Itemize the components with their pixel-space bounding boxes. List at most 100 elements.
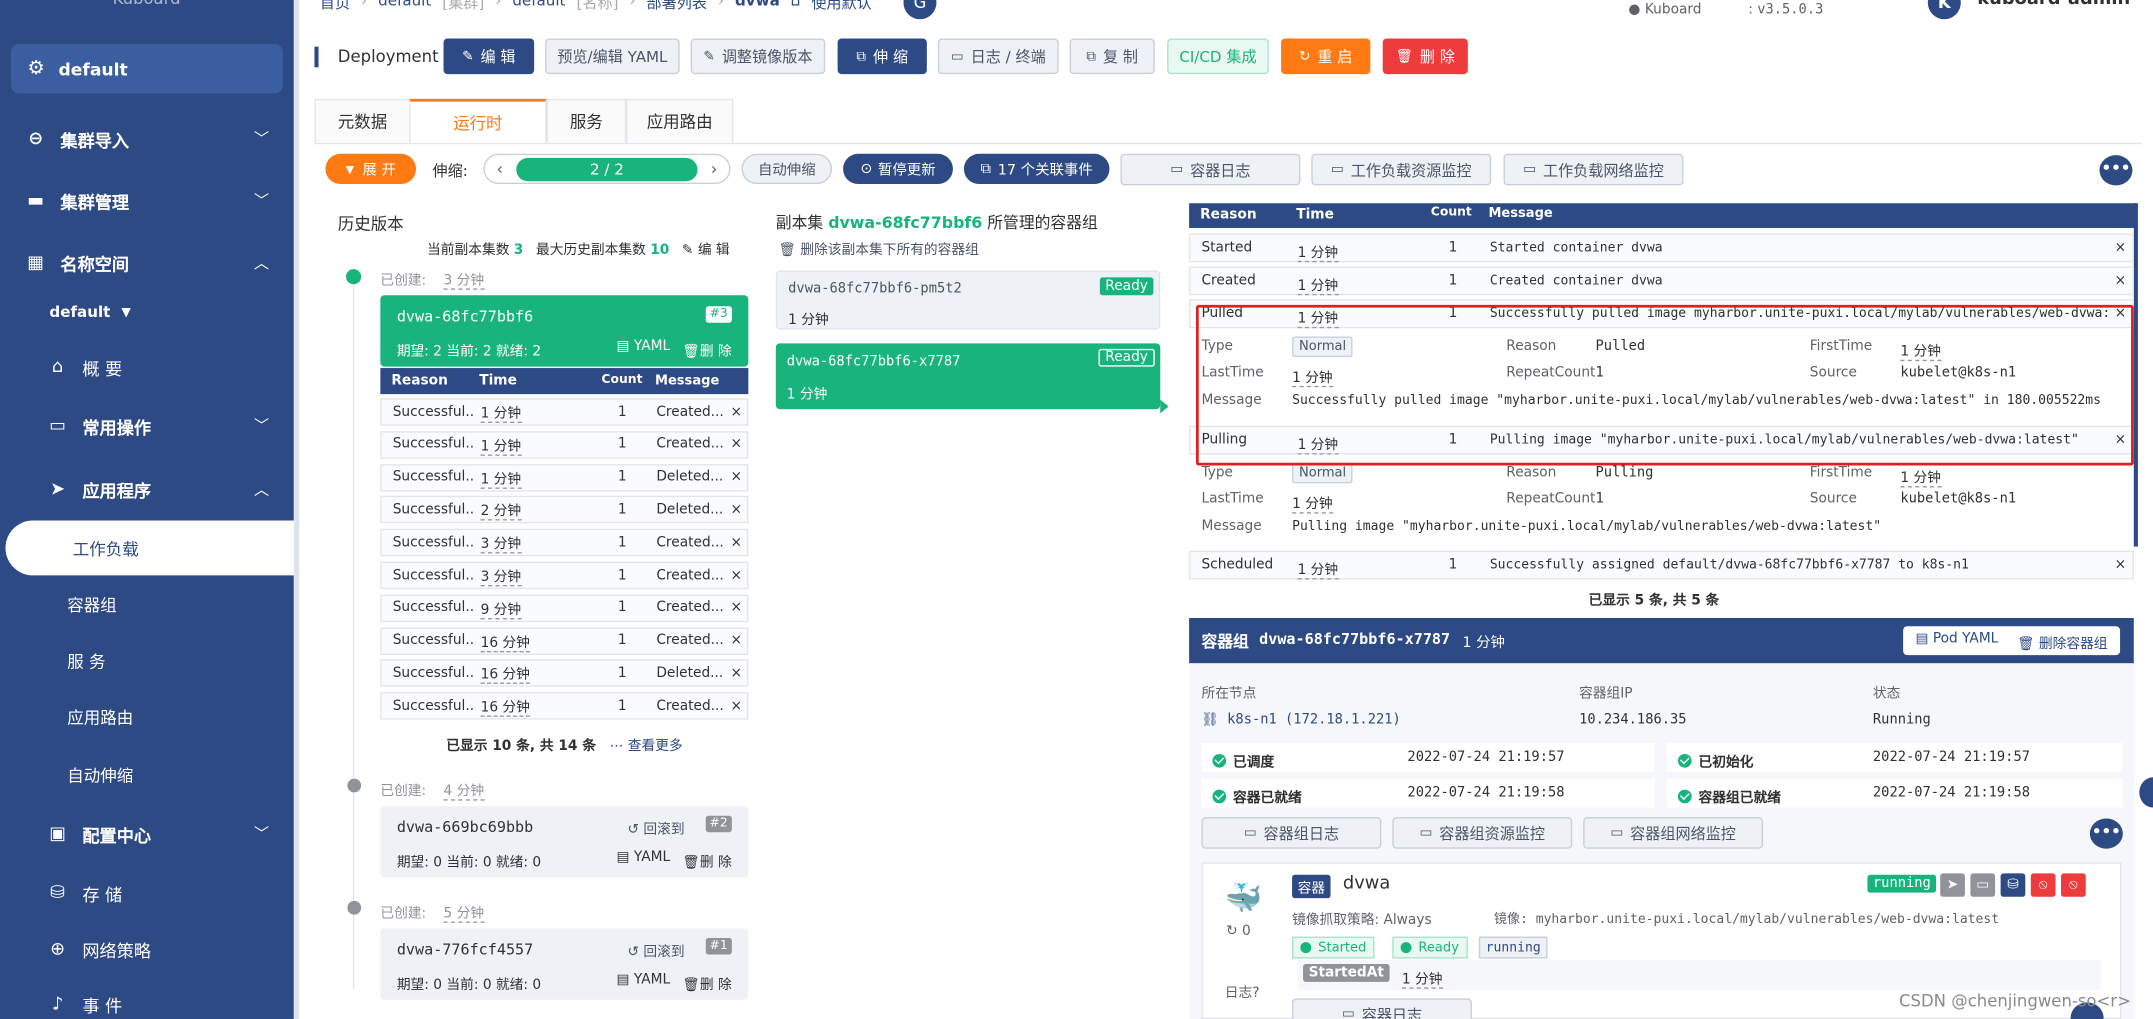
- breadcrumb-namespace[interactable]: default: [512, 0, 565, 14]
- database-icon[interactable]: ⛁: [2000, 873, 2026, 897]
- sidebar-item-namespace[interactable]: ▦ 名称空间 ︿: [0, 242, 294, 283]
- pod-network-monitor-button[interactable]: ▭ 容器组网络监控: [1583, 817, 1764, 849]
- cicd-button[interactable]: CI/CD 集成: [1167, 38, 1269, 75]
- sidebar-item-services[interactable]: 服 务: [67, 650, 105, 673]
- avatar[interactable]: K: [1927, 0, 1961, 20]
- event-row[interactable]: Successful... 2 分钟 1 Deleted... ×: [380, 496, 749, 524]
- pod-logs-button[interactable]: ▭ 容器组日志: [1201, 817, 1382, 849]
- close-icon[interactable]: ×: [730, 535, 742, 550]
- event-row[interactable]: Pulling 1 分钟 1 Pulling image "myharbor.unit…: [1189, 425, 2134, 455]
- terminal-icon[interactable]: ▭: [1970, 873, 1996, 897]
- delete-link[interactable]: 🗑删 除: [682, 850, 731, 871]
- more-icon[interactable]: •••: [2099, 155, 2133, 186]
- tab-metadata[interactable]: 元数据: [314, 98, 411, 143]
- yaml-link[interactable]: ▤ YAML: [617, 850, 671, 865]
- yaml-link[interactable]: ▤ YAML: [617, 339, 671, 354]
- network-monitor-button[interactable]: ▭ 工作负载网络监控: [1503, 153, 1684, 186]
- pod-yaml-button[interactable]: ▤ Pod YAML: [1915, 632, 1998, 647]
- event-row[interactable]: Successful... 1 分钟 1 Created... ×: [380, 398, 749, 426]
- delete-button[interactable]: 🗑 删 除: [1382, 38, 1468, 75]
- stepper-decrease[interactable]: ‹: [485, 155, 515, 182]
- event-row[interactable]: Pulled 1 分钟 1 Successfully pulled image myh…: [1189, 299, 2134, 329]
- rollback-link[interactable]: ↺ 回滚到: [628, 817, 685, 838]
- user-name[interactable]: kuboard-admin: [1977, 0, 2130, 10]
- event-row[interactable]: Successful... 16 分钟 1 Deleted... ×: [380, 659, 749, 688]
- tab-route[interactable]: 应用路由: [626, 98, 734, 143]
- close-icon[interactable]: ×: [2115, 306, 2127, 321]
- logs-terminal-button[interactable]: ▭ 日志 / 终端: [937, 38, 1059, 75]
- replicaset-card-rev2[interactable]: dvwa-669bc69bbb ↺ 回滚到 #2 期望: 0 当前: 0 就绪:…: [380, 806, 749, 878]
- replicaset-card-current[interactable]: dvwa-68fc77bbf6 #3 期望: 2 当前: 2 就绪: 2 ▤ Y…: [380, 295, 749, 367]
- pod-resource-monitor-button[interactable]: ▭ 容器组资源监控: [1392, 817, 1573, 849]
- delete-pod-button[interactable]: 🗑 删除容器组: [2017, 632, 2107, 652]
- close-icon[interactable]: ×: [730, 699, 742, 714]
- stepper-increase[interactable]: ›: [699, 155, 729, 182]
- sidebar-item-overview[interactable]: ⌂ 概 要: [0, 346, 294, 387]
- close-icon[interactable]: ×: [730, 404, 742, 419]
- delete-link[interactable]: 🗑删 除: [682, 972, 731, 993]
- tab-service[interactable]: 服务: [546, 98, 627, 143]
- event-row[interactable]: Successful... 16 分钟 1 Created... ×: [380, 627, 749, 655]
- cluster-selector[interactable]: ⚙ default: [10, 43, 283, 94]
- sidebar-item-pods[interactable]: 容器组: [67, 593, 116, 616]
- copy-button[interactable]: ⧉ 复 制: [1069, 38, 1155, 75]
- yaml-link[interactable]: ▤ YAML: [617, 972, 671, 987]
- expand-button[interactable]: ▼ 展 开: [325, 153, 417, 185]
- autoscale-button[interactable]: 自动伸缩: [741, 153, 833, 185]
- close-icon[interactable]: ×: [2115, 240, 2127, 255]
- event-row[interactable]: Successful... 3 分钟 1 Created... ×: [380, 561, 749, 590]
- close-icon[interactable]: ×: [730, 470, 742, 485]
- delete-all-pods-link[interactable]: 🗑 删除该副本集下所有的容器组: [779, 238, 979, 258]
- sidebar-item-autoscale[interactable]: 自动伸缩: [67, 764, 133, 787]
- pod-card-selected[interactable]: dvwa-68fc77bbf6-x7787 1 分钟 Ready: [775, 343, 1161, 410]
- breadcrumb-default-tag[interactable]: 使用默认: [811, 0, 871, 14]
- rollback-link[interactable]: ↺ 回滚到: [628, 939, 685, 960]
- close-icon[interactable]: ×: [730, 437, 742, 452]
- event-row[interactable]: Successful... 16 分钟 1 Created... ×: [380, 692, 749, 720]
- node-link[interactable]: ⛓ k8s-n1 (172.18.1.221): [1201, 713, 1400, 728]
- close-icon[interactable]: ×: [730, 633, 742, 648]
- breadcrumb-home[interactable]: 首页: [320, 0, 350, 14]
- close-icon[interactable]: ×: [730, 666, 742, 681]
- stop-icon[interactable]: ⦸: [2061, 873, 2086, 897]
- sidebar-item-cluster-import[interactable]: ⊖ 集群导入 ﹀: [0, 118, 294, 159]
- edit-history-link[interactable]: ✎ 编 辑: [682, 243, 730, 258]
- event-row[interactable]: Successful... 1 分钟 1 Deleted... ×: [380, 463, 749, 492]
- restart-button[interactable]: ↻ 重 启: [1281, 38, 1371, 75]
- sidebar-item-workload[interactable]: 工作负载: [5, 520, 300, 576]
- event-row[interactable]: Created 1 分钟 1 Created container dvwa ×: [1189, 266, 2134, 296]
- pod-card[interactable]: dvwa-68fc77bbf6-pm5t2 1 分钟 Ready: [775, 270, 1161, 330]
- pause-update-button[interactable]: ⊙ 暂停更新: [843, 153, 953, 185]
- close-icon[interactable]: ×: [2115, 273, 2127, 288]
- container-logs-button-bottom[interactable]: ▭ 容器日志: [1292, 998, 1472, 1019]
- close-icon[interactable]: ×: [2115, 433, 2127, 448]
- event-row[interactable]: Successful... 3 分钟 1 Created... ×: [380, 528, 749, 557]
- workload-monitor-button[interactable]: ▭ 工作负载资源监控: [1311, 153, 1492, 186]
- sidebar-item-config[interactable]: ▣ 配置中心 ﹀: [0, 813, 294, 854]
- event-row[interactable]: Successful... 1 分钟 1 Created... ×: [380, 430, 749, 459]
- namespace-selector[interactable]: default ▼: [49, 303, 130, 321]
- event-row[interactable]: Scheduled 1 分钟 1 Successfully assigned defa…: [1189, 550, 2134, 580]
- close-icon[interactable]: ×: [2115, 558, 2127, 573]
- close-icon[interactable]: ×: [730, 601, 742, 616]
- view-more-link[interactable]: ⋯ 查看更多: [610, 733, 683, 754]
- sidebar-item-apps[interactable]: ➤ 应用程序 ︿: [0, 468, 294, 509]
- container-logs-button[interactable]: ▭ 容器日志: [1120, 153, 1301, 186]
- scale-button[interactable]: ⧉ 伸 缩: [837, 38, 927, 75]
- help-float-button[interactable]: [2139, 777, 2153, 808]
- sidebar-item-events[interactable]: ♪ 事 件: [0, 983, 294, 1019]
- related-events-button[interactable]: ⧉ 17 个关联事件: [963, 153, 1110, 185]
- refresh-icon[interactable]: G: [903, 0, 937, 20]
- close-icon[interactable]: ×: [730, 568, 742, 583]
- delete-link[interactable]: 🗑删 除: [682, 339, 731, 360]
- stop-icon[interactable]: ⦸: [2030, 873, 2056, 897]
- sidebar-item-common-ops[interactable]: ▭ 常用操作 ﹀: [0, 405, 294, 446]
- sidebar-item-routes[interactable]: 应用路由: [67, 706, 133, 729]
- edit-button[interactable]: ✎ 编 辑: [443, 38, 535, 75]
- replicaset-card-rev1[interactable]: dvwa-776fcf4557 ↺ 回滚到 #1 期望: 0 当前: 0 就绪:…: [380, 928, 749, 1000]
- more-icon[interactable]: •••: [2089, 818, 2123, 849]
- send-icon[interactable]: ➤: [1940, 873, 1965, 897]
- preview-yaml-button[interactable]: 预览/编辑 YAML: [545, 38, 680, 75]
- breadcrumb-deployments[interactable]: 部署列表: [647, 0, 707, 14]
- sidebar-item-cluster-manage[interactable]: ▬ 集群管理 ﹀: [0, 180, 294, 221]
